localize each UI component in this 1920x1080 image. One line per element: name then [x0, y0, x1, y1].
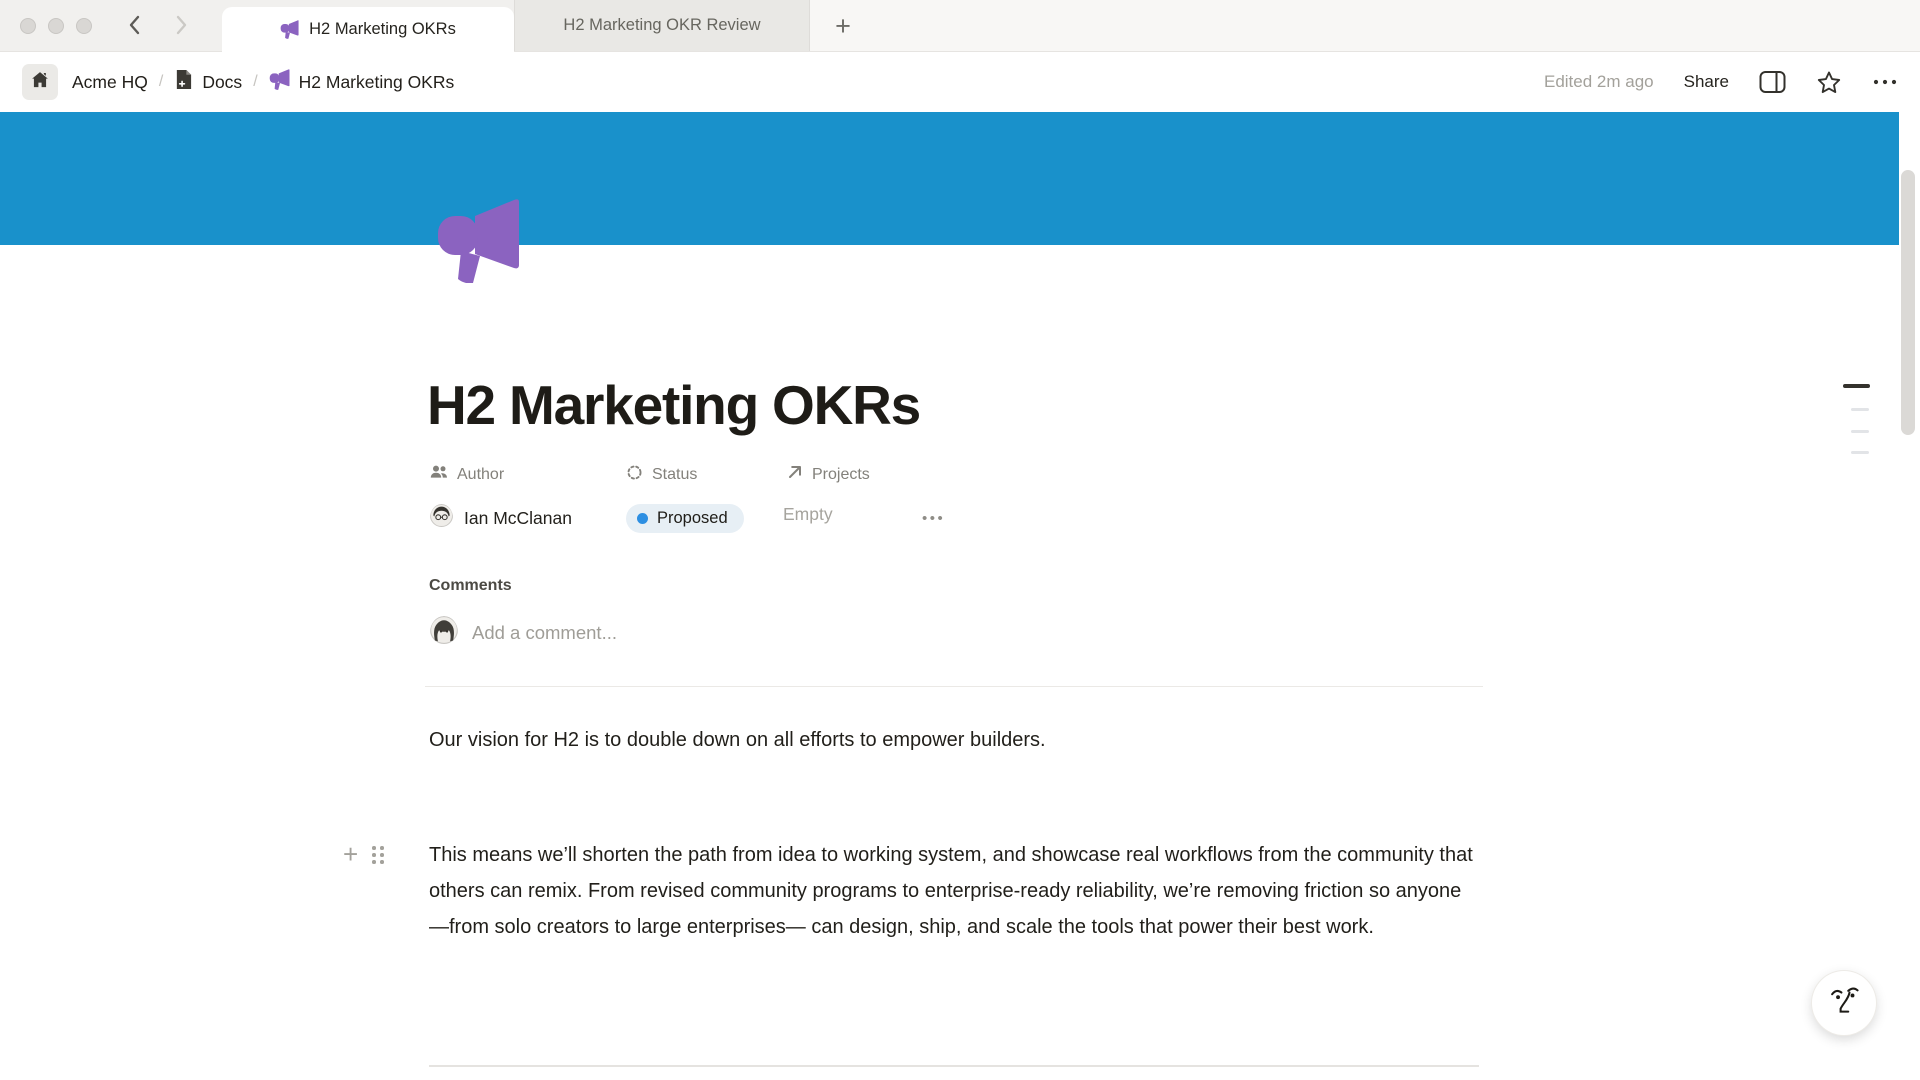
- author-name: Ian McClanan: [464, 508, 572, 529]
- ellipsis-icon: •••: [922, 510, 945, 527]
- forward-arrow-icon[interactable]: [170, 12, 192, 38]
- share-button[interactable]: Share: [1684, 72, 1729, 92]
- property-label: Projects: [812, 466, 870, 484]
- paragraph-block[interactable]: Our vision for H2 is to double down on a…: [429, 722, 1479, 758]
- notion-window: H2 Marketing OKRs H2 Marketing OKR Revie…: [0, 0, 1920, 1080]
- current-user-avatar: [430, 616, 458, 649]
- page-title[interactable]: H2 Marketing OKRs: [427, 373, 920, 437]
- property-header-projects[interactable]: Projects: [787, 464, 870, 485]
- tab-strip: H2 Marketing OKRs H2 Marketing OKR Revie…: [0, 0, 1920, 52]
- status-pill: Proposed: [626, 504, 744, 533]
- more-properties-button[interactable]: •••: [922, 510, 945, 527]
- window-controls: [20, 18, 92, 34]
- projects-empty-text: Empty: [783, 504, 833, 525]
- block-controls: +: [343, 842, 384, 866]
- outline-marker[interactable]: [1851, 451, 1869, 454]
- property-header-author[interactable]: Author: [430, 464, 504, 485]
- property-value-author[interactable]: Ian McClanan: [430, 504, 572, 532]
- plus-icon: +: [835, 11, 851, 42]
- content-divider: [429, 1065, 1479, 1067]
- megaphone-icon: [280, 20, 299, 39]
- breadcrumb-label: Docs: [202, 72, 242, 93]
- tab-strip-filler: [810, 0, 1920, 51]
- status-spinner-icon: [626, 464, 643, 486]
- favorite-star-icon[interactable]: [1816, 70, 1842, 95]
- breadcrumb-item-current-page[interactable]: H2 Marketing OKRs: [267, 65, 457, 99]
- section-divider: [425, 686, 1483, 687]
- tab-label: H2 Marketing OKR Review: [563, 16, 760, 35]
- arrow-up-right-icon: [787, 464, 803, 485]
- property-label: Author: [457, 466, 504, 484]
- tab-label: H2 Marketing OKRs: [309, 20, 456, 39]
- add-block-icon[interactable]: +: [343, 842, 358, 866]
- properties-table: Author Status Projects Ian McClanan: [429, 464, 1479, 554]
- status-text: Proposed: [657, 509, 728, 528]
- outline-marker[interactable]: [1851, 430, 1869, 433]
- minimize-window-button[interactable]: [48, 18, 64, 34]
- notion-ai-button[interactable]: [1812, 971, 1876, 1035]
- property-value-projects[interactable]: Empty: [783, 504, 833, 525]
- comments-section-label: Comments: [429, 577, 512, 595]
- breadcrumb-item-docs[interactable]: Docs: [172, 65, 244, 99]
- breadcrumb-label: Acme HQ: [72, 72, 148, 93]
- status-dot-icon: [637, 513, 648, 524]
- page-cover[interactable]: [0, 112, 1899, 245]
- breadcrumb: Acme HQ / Docs / H2 Marketing OKRs: [70, 65, 456, 99]
- outline-marker[interactable]: [1851, 408, 1869, 411]
- property-header-status[interactable]: Status: [626, 464, 697, 486]
- more-options-icon[interactable]: [1872, 78, 1898, 86]
- last-edited-text: Edited 2m ago: [1544, 72, 1654, 92]
- comment-input-placeholder: Add a comment...: [472, 622, 617, 644]
- add-comment-row[interactable]: Add a comment...: [430, 616, 617, 649]
- breadcrumb-item-acme-hq[interactable]: Acme HQ: [70, 68, 150, 97]
- new-tab-button[interactable]: +: [826, 9, 860, 43]
- property-label: Status: [652, 466, 697, 484]
- tab-h2-marketing-okr-review[interactable]: H2 Marketing OKR Review: [514, 0, 810, 51]
- zoom-window-button[interactable]: [76, 18, 92, 34]
- megaphone-icon: [269, 69, 290, 95]
- tab-h2-marketing-okrs[interactable]: H2 Marketing OKRs: [222, 7, 514, 52]
- outline-marker-active[interactable]: [1843, 384, 1870, 388]
- page-megaphone-icon[interactable]: [435, 199, 521, 283]
- back-arrow-icon[interactable]: [124, 12, 146, 38]
- home-button[interactable]: [22, 64, 58, 100]
- history-nav: [124, 12, 192, 38]
- drag-handle-icon[interactable]: [372, 846, 384, 864]
- toolbar: Acme HQ / Docs / H2 Marketing OKRs Edite…: [0, 52, 1920, 112]
- paragraph-block[interactable]: This means we’ll shorten the path from i…: [429, 837, 1479, 945]
- home-icon: [30, 70, 50, 95]
- people-icon: [430, 464, 448, 485]
- page-content: H2 Marketing OKRs Author Status Projects: [429, 245, 1479, 1080]
- breadcrumb-separator: /: [150, 73, 172, 91]
- document-icon: [174, 69, 193, 95]
- breadcrumb-label: H2 Marketing OKRs: [299, 72, 455, 93]
- side-panel-toggle-icon[interactable]: [1759, 70, 1786, 94]
- close-window-button[interactable]: [20, 18, 36, 34]
- vertical-scrollbar-thumb[interactable]: [1901, 170, 1915, 435]
- author-avatar: [430, 504, 453, 532]
- ai-face-icon: [1827, 983, 1861, 1024]
- property-value-status[interactable]: Proposed: [626, 504, 744, 533]
- toolbar-right: Edited 2m ago Share: [1544, 70, 1898, 95]
- breadcrumb-separator: /: [244, 73, 266, 91]
